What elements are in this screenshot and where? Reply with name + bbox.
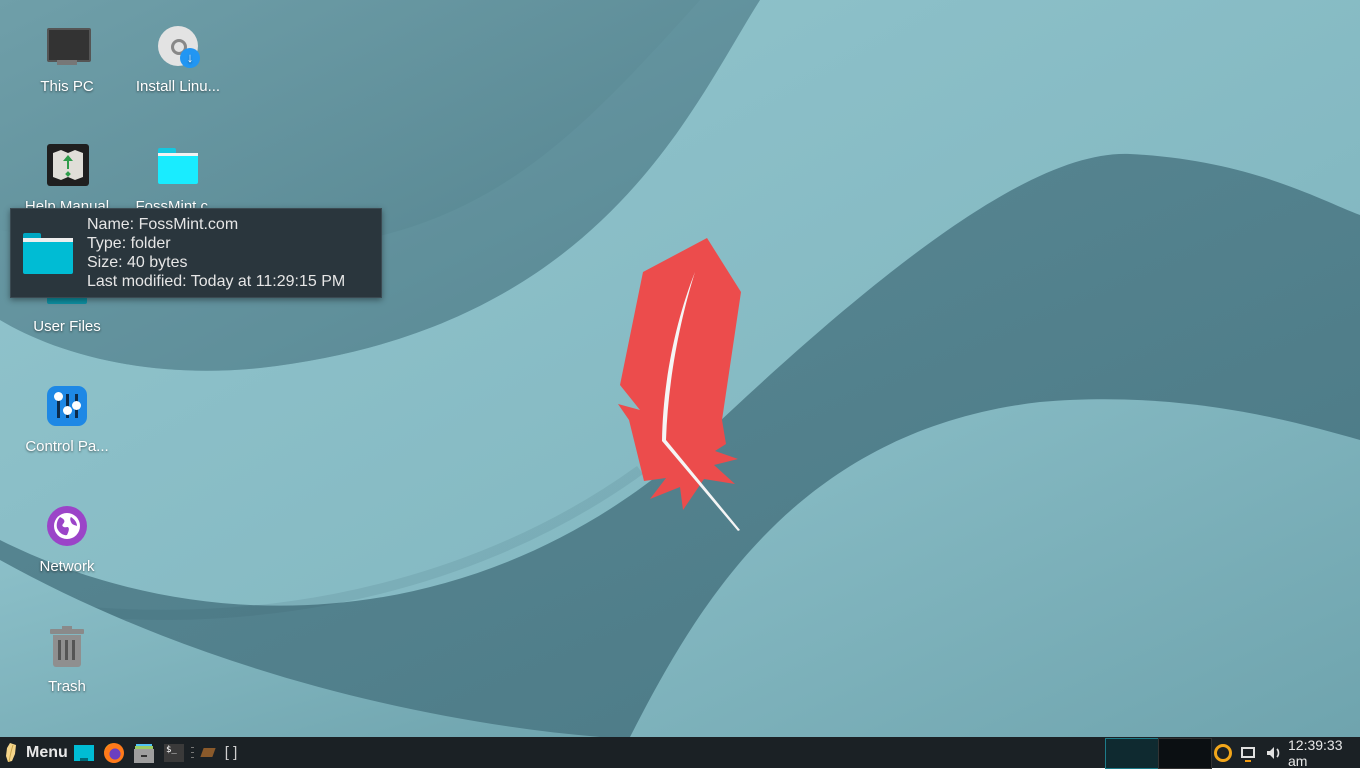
desktop[interactable]: This PC ↓ Install Linu... Help Manual Fo… <box>0 0 1360 737</box>
app-window-icon <box>200 748 216 757</box>
terminal-icon: $_ <box>164 743 184 762</box>
show-desktop-icon <box>74 744 94 761</box>
menu-button[interactable]: Menu <box>4 737 70 768</box>
desktop-icon-network[interactable]: Network <box>12 504 122 575</box>
feather-logo <box>618 238 741 531</box>
window-list-grip[interactable] <box>189 737 195 768</box>
update-manager-tray[interactable] <box>1212 737 1234 768</box>
file-info-tooltip: Name: FossMint.com Type: folder Size: 40… <box>10 208 382 298</box>
workspace-2[interactable] <box>1158 738 1212 769</box>
trash-icon <box>43 624 91 672</box>
desktop-icon-trash[interactable]: Trash <box>12 624 122 695</box>
clock[interactable]: 12:39:33 am <box>1288 737 1360 769</box>
feather-menu-icon <box>6 742 16 762</box>
file-manager-icon <box>134 743 154 763</box>
show-desktop-button[interactable] <box>73 737 95 768</box>
update-manager-icon <box>1214 743 1232 762</box>
desktop-icon-fossmint[interactable]: FossMint.c... <box>123 144 233 215</box>
tooltip-size: Size: 40 bytes <box>87 254 188 271</box>
help-manual-icon <box>43 144 91 192</box>
display-icon <box>1241 747 1255 762</box>
tooltip-type: Type: folder <box>87 235 171 252</box>
network-globe-icon <box>43 504 91 552</box>
tooltip-name: Name: FossMint.com <box>87 216 239 233</box>
workspace-1[interactable] <box>1105 738 1159 769</box>
file-manager-launcher[interactable] <box>133 737 155 768</box>
desktop-icon-install-linux[interactable]: ↓ Install Linu... <box>123 24 233 95</box>
desktop-icon-control-panel[interactable]: Control Pa... <box>12 384 122 455</box>
install-disc-icon: ↓ <box>154 24 202 72</box>
taskbar: Menu $_ [ ] 12:39:33 am <box>0 737 1360 769</box>
grip-icon <box>190 747 194 758</box>
computer-icon <box>43 24 91 72</box>
terminal-launcher[interactable]: $_ <box>163 737 185 768</box>
tooltip-modified: Last modified: Today at 11:29:15 PM <box>87 273 346 290</box>
desktop-icon-this-pc[interactable]: This PC <box>12 24 122 95</box>
desktop-icon-help-manual[interactable]: Help Manual <box>12 144 122 215</box>
display-tray[interactable] <box>1238 737 1258 768</box>
folder-icon <box>154 144 202 192</box>
firefox-icon <box>104 742 124 763</box>
volume-icon <box>1267 746 1280 759</box>
control-panel-icon <box>43 384 91 432</box>
window-list[interactable]: [ ] <box>222 737 240 768</box>
volume-tray[interactable] <box>1264 737 1284 768</box>
gimp-window-button[interactable] <box>200 737 216 768</box>
firefox-launcher[interactable] <box>103 737 125 768</box>
